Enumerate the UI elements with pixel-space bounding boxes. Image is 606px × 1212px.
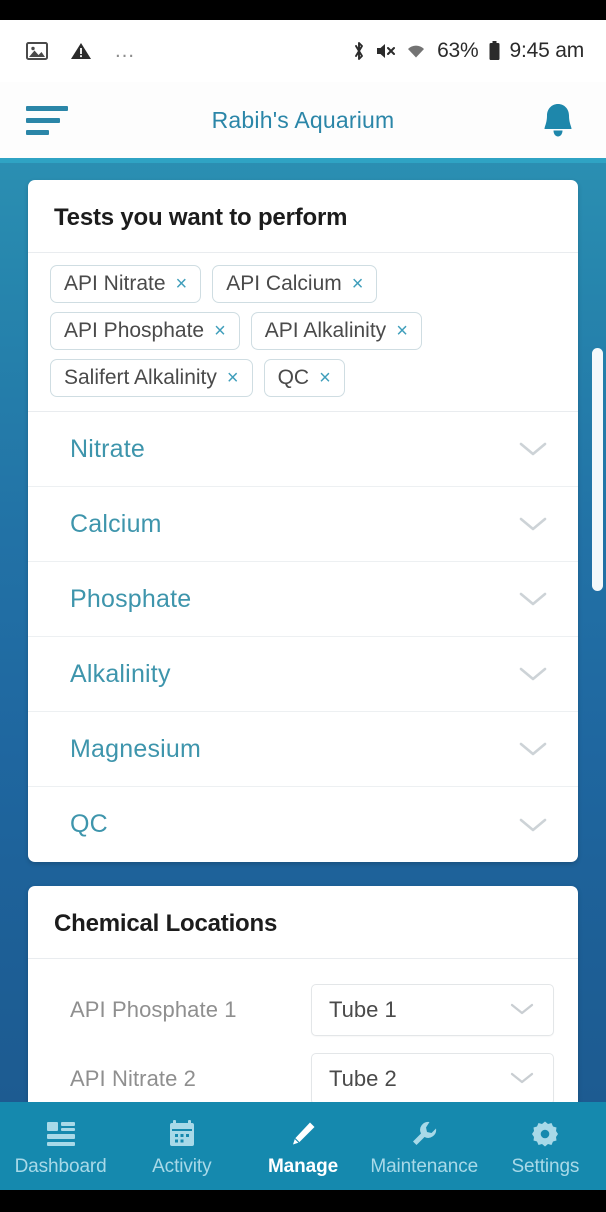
wifi-icon (404, 41, 428, 61)
accordion-label: Calcium (70, 509, 162, 538)
tests-card: Tests you want to perform API Nitrate × … (28, 180, 578, 862)
test-chip[interactable]: API Calcium × (212, 265, 378, 303)
test-chip-label: API Phosphate (64, 319, 205, 342)
accordion-label: Nitrate (70, 434, 146, 463)
test-chip-label: API Alkalinity (264, 319, 387, 342)
warning-icon (70, 41, 92, 61)
chevron-down-icon[interactable] (518, 440, 548, 458)
chemical-location-row: API Phosphate 1 Tube 1 (28, 975, 578, 1044)
bottom-navigation-bar: Dashboard Activity Manage Maintenance Se (0, 1102, 606, 1190)
chevron-down-icon[interactable] (509, 1070, 539, 1088)
nav-label: Settings (511, 1155, 580, 1177)
accordion-label: Phosphate (70, 584, 192, 613)
selected-tests-chip-list: API Nitrate × API Calcium × API Phosphat… (28, 253, 578, 412)
close-icon[interactable]: × (319, 368, 331, 388)
battery-percent: 63% (437, 39, 479, 62)
status-overflow-dots: … (114, 39, 136, 62)
nav-item-activity[interactable]: Activity (121, 1119, 242, 1178)
accordion-row-magnesium[interactable]: Magnesium (28, 712, 578, 787)
accordion-row-alkalinity[interactable]: Alkalinity (28, 637, 578, 712)
dashboard-icon (46, 1119, 76, 1149)
accordion-row-phosphate[interactable]: Phosphate (28, 562, 578, 637)
test-chip-label: API Nitrate (64, 272, 166, 295)
nav-label: Dashboard (14, 1155, 107, 1177)
chemical-name-label: API Phosphate 1 (70, 996, 237, 1022)
close-icon[interactable]: × (214, 321, 226, 341)
accordion-label: QC (70, 810, 108, 838)
vertical-scrollbar[interactable] (592, 348, 603, 591)
accordion-label: Magnesium (70, 734, 202, 763)
chemical-locations-title: Chemical Locations (28, 886, 578, 959)
nav-item-dashboard[interactable]: Dashboard (0, 1119, 121, 1178)
chemical-location-row: API Nitrate 2 Tube 2 (28, 1044, 578, 1102)
gear-icon (531, 1119, 559, 1149)
accordion-row-qc[interactable]: QC (28, 787, 578, 862)
chevron-down-icon[interactable] (509, 1001, 539, 1019)
test-chip[interactable]: QC × (263, 359, 345, 397)
hamburger-menu-icon[interactable] (26, 105, 68, 135)
test-chip-label: QC (277, 366, 310, 389)
mute-icon (375, 40, 396, 62)
page-title: Rabih's Aquarium (211, 106, 395, 133)
pencil-icon (289, 1119, 317, 1149)
chevron-down-icon[interactable] (518, 590, 548, 608)
bell-icon[interactable] (536, 98, 580, 142)
bluetooth-icon (352, 40, 366, 62)
accordion-label: Alkalinity (70, 659, 171, 688)
close-icon[interactable]: × (227, 368, 239, 388)
nav-label: Maintenance (370, 1155, 479, 1177)
chevron-down-icon[interactable] (518, 665, 548, 683)
status-bar-right: 63% 9:45 am (352, 39, 584, 63)
scroll-content[interactable]: Tests you want to perform API Nitrate × … (0, 158, 606, 1102)
nav-item-settings[interactable]: Settings (485, 1119, 606, 1178)
phone-screen: … 63% 9:45 am Rabih's Aquarium Tests you… (0, 0, 606, 1212)
status-bar-left: … (26, 39, 136, 63)
nav-label: Manage (267, 1155, 339, 1177)
test-chip-label: API Calcium (226, 272, 342, 295)
chemical-locations-card: Chemical Locations API Phosphate 1 Tube … (28, 886, 578, 1102)
nav-item-manage[interactable]: Manage (242, 1119, 363, 1178)
test-chip[interactable]: API Phosphate × (50, 312, 240, 350)
calendar-icon (169, 1119, 195, 1149)
chevron-down-icon[interactable] (518, 515, 548, 533)
tube-select[interactable]: Tube 1 (311, 983, 554, 1036)
test-chip[interactable]: API Alkalinity × (250, 312, 422, 350)
tests-card-title: Tests you want to perform (28, 180, 578, 253)
tube-select-value: Tube 2 (329, 1065, 397, 1091)
test-chip[interactable]: Salifert Alkalinity × (50, 359, 253, 397)
battery-icon (488, 40, 501, 62)
chevron-down-icon[interactable] (518, 816, 548, 834)
close-icon[interactable]: × (396, 321, 408, 341)
app-bar: Rabih's Aquarium (0, 82, 606, 158)
chevron-down-icon[interactable] (518, 740, 548, 758)
status-bar: … 63% 9:45 am (0, 20, 606, 82)
nav-label: Activity (152, 1155, 212, 1177)
test-chip-label: Salifert Alkalinity (64, 366, 217, 389)
accordion-row-nitrate[interactable]: Nitrate (28, 412, 578, 487)
wrench-icon (410, 1119, 438, 1149)
nav-item-maintenance[interactable]: Maintenance (364, 1119, 485, 1178)
close-icon[interactable]: × (176, 274, 188, 294)
accordion-row-calcium[interactable]: Calcium (28, 487, 578, 562)
close-icon[interactable]: × (352, 274, 364, 294)
tube-select-value: Tube 1 (329, 996, 397, 1022)
image-icon (26, 41, 48, 61)
clock-time: 9:45 am (509, 39, 585, 62)
test-chip[interactable]: API Nitrate × (50, 265, 202, 303)
chemical-name-label: API Nitrate 2 (70, 1065, 197, 1091)
home-indicator (0, 1190, 606, 1212)
tube-select[interactable]: Tube 2 (311, 1052, 554, 1102)
